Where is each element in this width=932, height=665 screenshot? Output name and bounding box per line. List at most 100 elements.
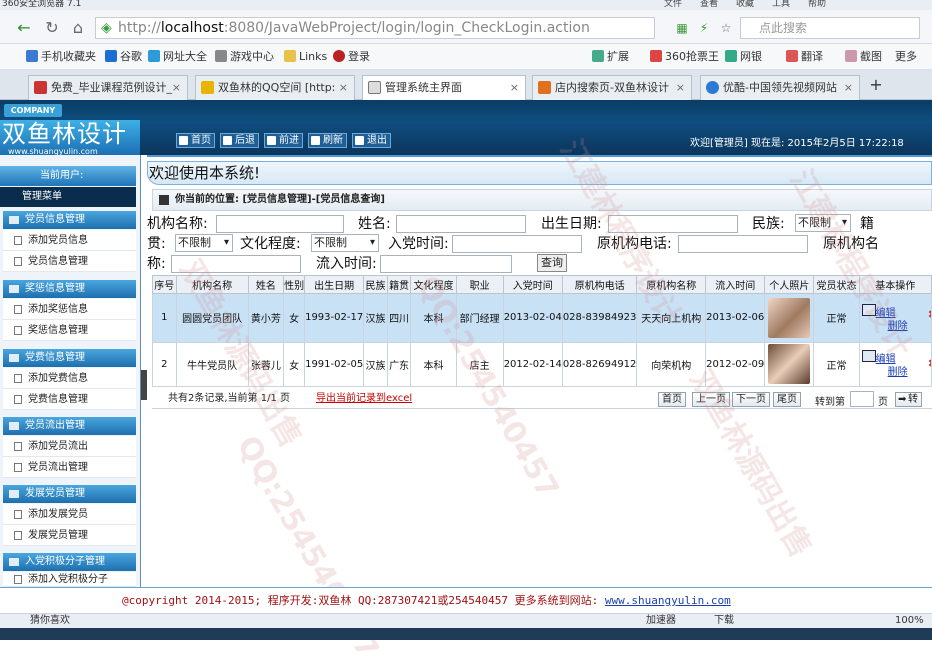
- download-button[interactable]: 下载: [714, 614, 734, 628]
- refresh-button[interactable]: 刷新: [308, 133, 347, 148]
- sidebar-item-outflow-manage[interactable]: 党员流出管理: [3, 457, 136, 478]
- sidebar-item-add-fee[interactable]: 添加党费信息: [3, 368, 136, 389]
- menu-favorites[interactable]: 收藏: [736, 0, 754, 9]
- edu-select[interactable]: 不限制: [311, 234, 379, 252]
- table-row[interactable]: 1 圆圆党员团队 黄小芳 女 1993-02-17 汉族 四川 本科 部门经理 …: [152, 293, 932, 343]
- col-header: 文化程度: [410, 275, 457, 294]
- tab-qq-space[interactable]: 双鱼林的QQ空间 [http: ×: [195, 75, 355, 100]
- grid-icon[interactable]: ▦: [672, 18, 692, 38]
- orig-name-input[interactable]: [171, 255, 301, 273]
- fav-games[interactable]: 游戏中心: [215, 44, 274, 70]
- fav-google[interactable]: 谷歌: [105, 44, 142, 70]
- table-row[interactable]: 2 牛牛党员队 张蓉儿 女 1991-02-05 汉族 广东 本科 店主 201…: [152, 341, 932, 388]
- fav-tickets[interactable]: 360抢票王: [650, 44, 719, 70]
- org-name-input[interactable]: [216, 215, 344, 233]
- orig-phone-input[interactable]: [678, 235, 808, 253]
- forward-icon: [267, 136, 276, 145]
- refresh-icon[interactable]: ↻: [42, 18, 62, 38]
- sidebar-item-add-member[interactable]: 添加党员信息: [3, 230, 136, 251]
- close-icon[interactable]: ×: [844, 76, 853, 99]
- fav-login[interactable]: 登录: [333, 44, 370, 70]
- section-outflow[interactable]: 党员流出管理: [3, 417, 136, 435]
- suggest-link[interactable]: 猜你喜欢: [30, 614, 70, 628]
- orig-phone-label: 原机构电话:: [597, 236, 672, 252]
- sidebar-item-add-develop[interactable]: 添加发展党员: [3, 504, 136, 525]
- close-icon[interactable]: ×: [172, 76, 181, 99]
- lightning-icon[interactable]: ⚡: [694, 18, 714, 38]
- birth-label: 出生日期:: [541, 216, 602, 232]
- section-fee[interactable]: 党费信息管理: [3, 349, 136, 367]
- next-page-button[interactable]: 下一页: [732, 392, 770, 407]
- edit-icon[interactable]: [861, 303, 876, 316]
- delete-x-icon[interactable]: ✖: [928, 308, 931, 321]
- tab-youku[interactable]: 优酷-中国领先视频网站 ×: [700, 75, 860, 100]
- close-icon[interactable]: ×: [676, 76, 685, 99]
- sidebar-item-develop-manage[interactable]: 发展党员管理: [3, 525, 136, 546]
- sidebar-item-reward-manage[interactable]: 奖惩信息管理: [3, 320, 136, 341]
- logout-button[interactable]: 退出: [352, 133, 391, 148]
- fav-nav[interactable]: 网址大全: [148, 44, 207, 70]
- fav-mobile[interactable]: 手机收藏夹: [26, 44, 96, 70]
- star-icon[interactable]: ☆: [716, 18, 736, 38]
- accelerator-button[interactable]: 加速器: [646, 614, 676, 628]
- url-bar[interactable]: ◈ http://localhost:8080/JavaWebProject/l…: [95, 17, 655, 39]
- sidebar-item-add-outflow[interactable]: 添加党员流出: [3, 436, 136, 457]
- search-input[interactable]: 点此搜索: [740, 17, 920, 39]
- last-page-button[interactable]: 尾页: [773, 392, 801, 407]
- cell-orig-phone: 028-83984923: [561, 293, 638, 343]
- home-button[interactable]: 首页: [176, 133, 215, 148]
- folder-icon: [9, 490, 19, 498]
- sidebar-item-add-activist[interactable]: 添加入党积极分子: [3, 572, 136, 587]
- edit-icon[interactable]: [861, 350, 876, 363]
- prev-page-button[interactable]: 上一页: [692, 392, 730, 407]
- join-time-input[interactable]: [452, 235, 582, 253]
- menu-file[interactable]: 文件: [664, 0, 682, 9]
- forward-button[interactable]: 前进: [264, 133, 303, 148]
- flow-in-input[interactable]: [380, 255, 512, 273]
- sidebar-item-member-manage[interactable]: 党员信息管理: [3, 251, 136, 272]
- menu-help[interactable]: 帮助: [808, 0, 826, 9]
- goto-page-input[interactable]: [850, 391, 874, 407]
- cell-gender: 女: [283, 293, 306, 343]
- tab-shop-search[interactable]: 店内搜索页-双鱼林设计 ×: [532, 75, 692, 100]
- back-arrow-icon[interactable]: ←: [14, 18, 34, 38]
- sidebar-item-fee-manage[interactable]: 党费信息管理: [3, 389, 136, 410]
- cell-birth: 1993-02-17: [304, 293, 365, 343]
- fav-bank[interactable]: 网银: [725, 44, 762, 70]
- back-button[interactable]: 后退: [220, 133, 259, 148]
- sidebar-item-add-reward[interactable]: 添加奖惩信息: [3, 299, 136, 320]
- menu-tools[interactable]: 工具: [772, 0, 790, 9]
- name-input[interactable]: [396, 215, 526, 233]
- zoom-level[interactable]: 100%: [895, 614, 924, 628]
- section-develop[interactable]: 发展党员管理: [3, 485, 136, 503]
- close-icon[interactable]: ×: [339, 76, 348, 99]
- fav-screenshot[interactable]: 截图: [845, 44, 882, 70]
- footer-site-link[interactable]: www.shuangyulin.com: [605, 594, 731, 607]
- export-excel-link[interactable]: 导出当前记录到excel: [316, 389, 412, 409]
- fav-links[interactable]: Links: [284, 44, 327, 70]
- close-icon[interactable]: ×: [510, 76, 519, 99]
- tab-course[interactable]: 免费_毕业课程范例设计_ ×: [28, 75, 188, 100]
- query-button[interactable]: 查询: [537, 254, 567, 272]
- new-tab-icon[interactable]: +: [866, 75, 886, 95]
- doc-icon: [14, 305, 22, 314]
- section-activist[interactable]: 入党积极分子管理: [3, 553, 136, 571]
- delete-link[interactable]: 删除: [888, 317, 931, 332]
- go-button[interactable]: ➡ 转: [895, 392, 922, 407]
- home-icon[interactable]: ⌂: [68, 18, 88, 38]
- folder-icon: [9, 354, 19, 362]
- menu-view[interactable]: 查看: [700, 0, 718, 9]
- section-reward[interactable]: 奖惩信息管理: [3, 280, 136, 298]
- section-member[interactable]: 党员信息管理: [3, 211, 136, 229]
- fav-more[interactable]: 更多: [895, 44, 917, 70]
- first-page-button[interactable]: 首页: [658, 392, 686, 407]
- fav-extensions[interactable]: 扩展: [592, 44, 629, 70]
- native-select[interactable]: 不限制: [175, 234, 233, 252]
- cell-native: 四川: [386, 293, 412, 343]
- delete-link[interactable]: 删除: [888, 363, 931, 378]
- fav-translate[interactable]: 翻译: [786, 44, 823, 70]
- delete-x-icon[interactable]: ✖: [928, 357, 931, 370]
- tab-admin[interactable]: 管理系统主界面 ×: [362, 75, 526, 101]
- birth-input[interactable]: [608, 215, 738, 233]
- nation-select[interactable]: 不限制: [795, 214, 851, 232]
